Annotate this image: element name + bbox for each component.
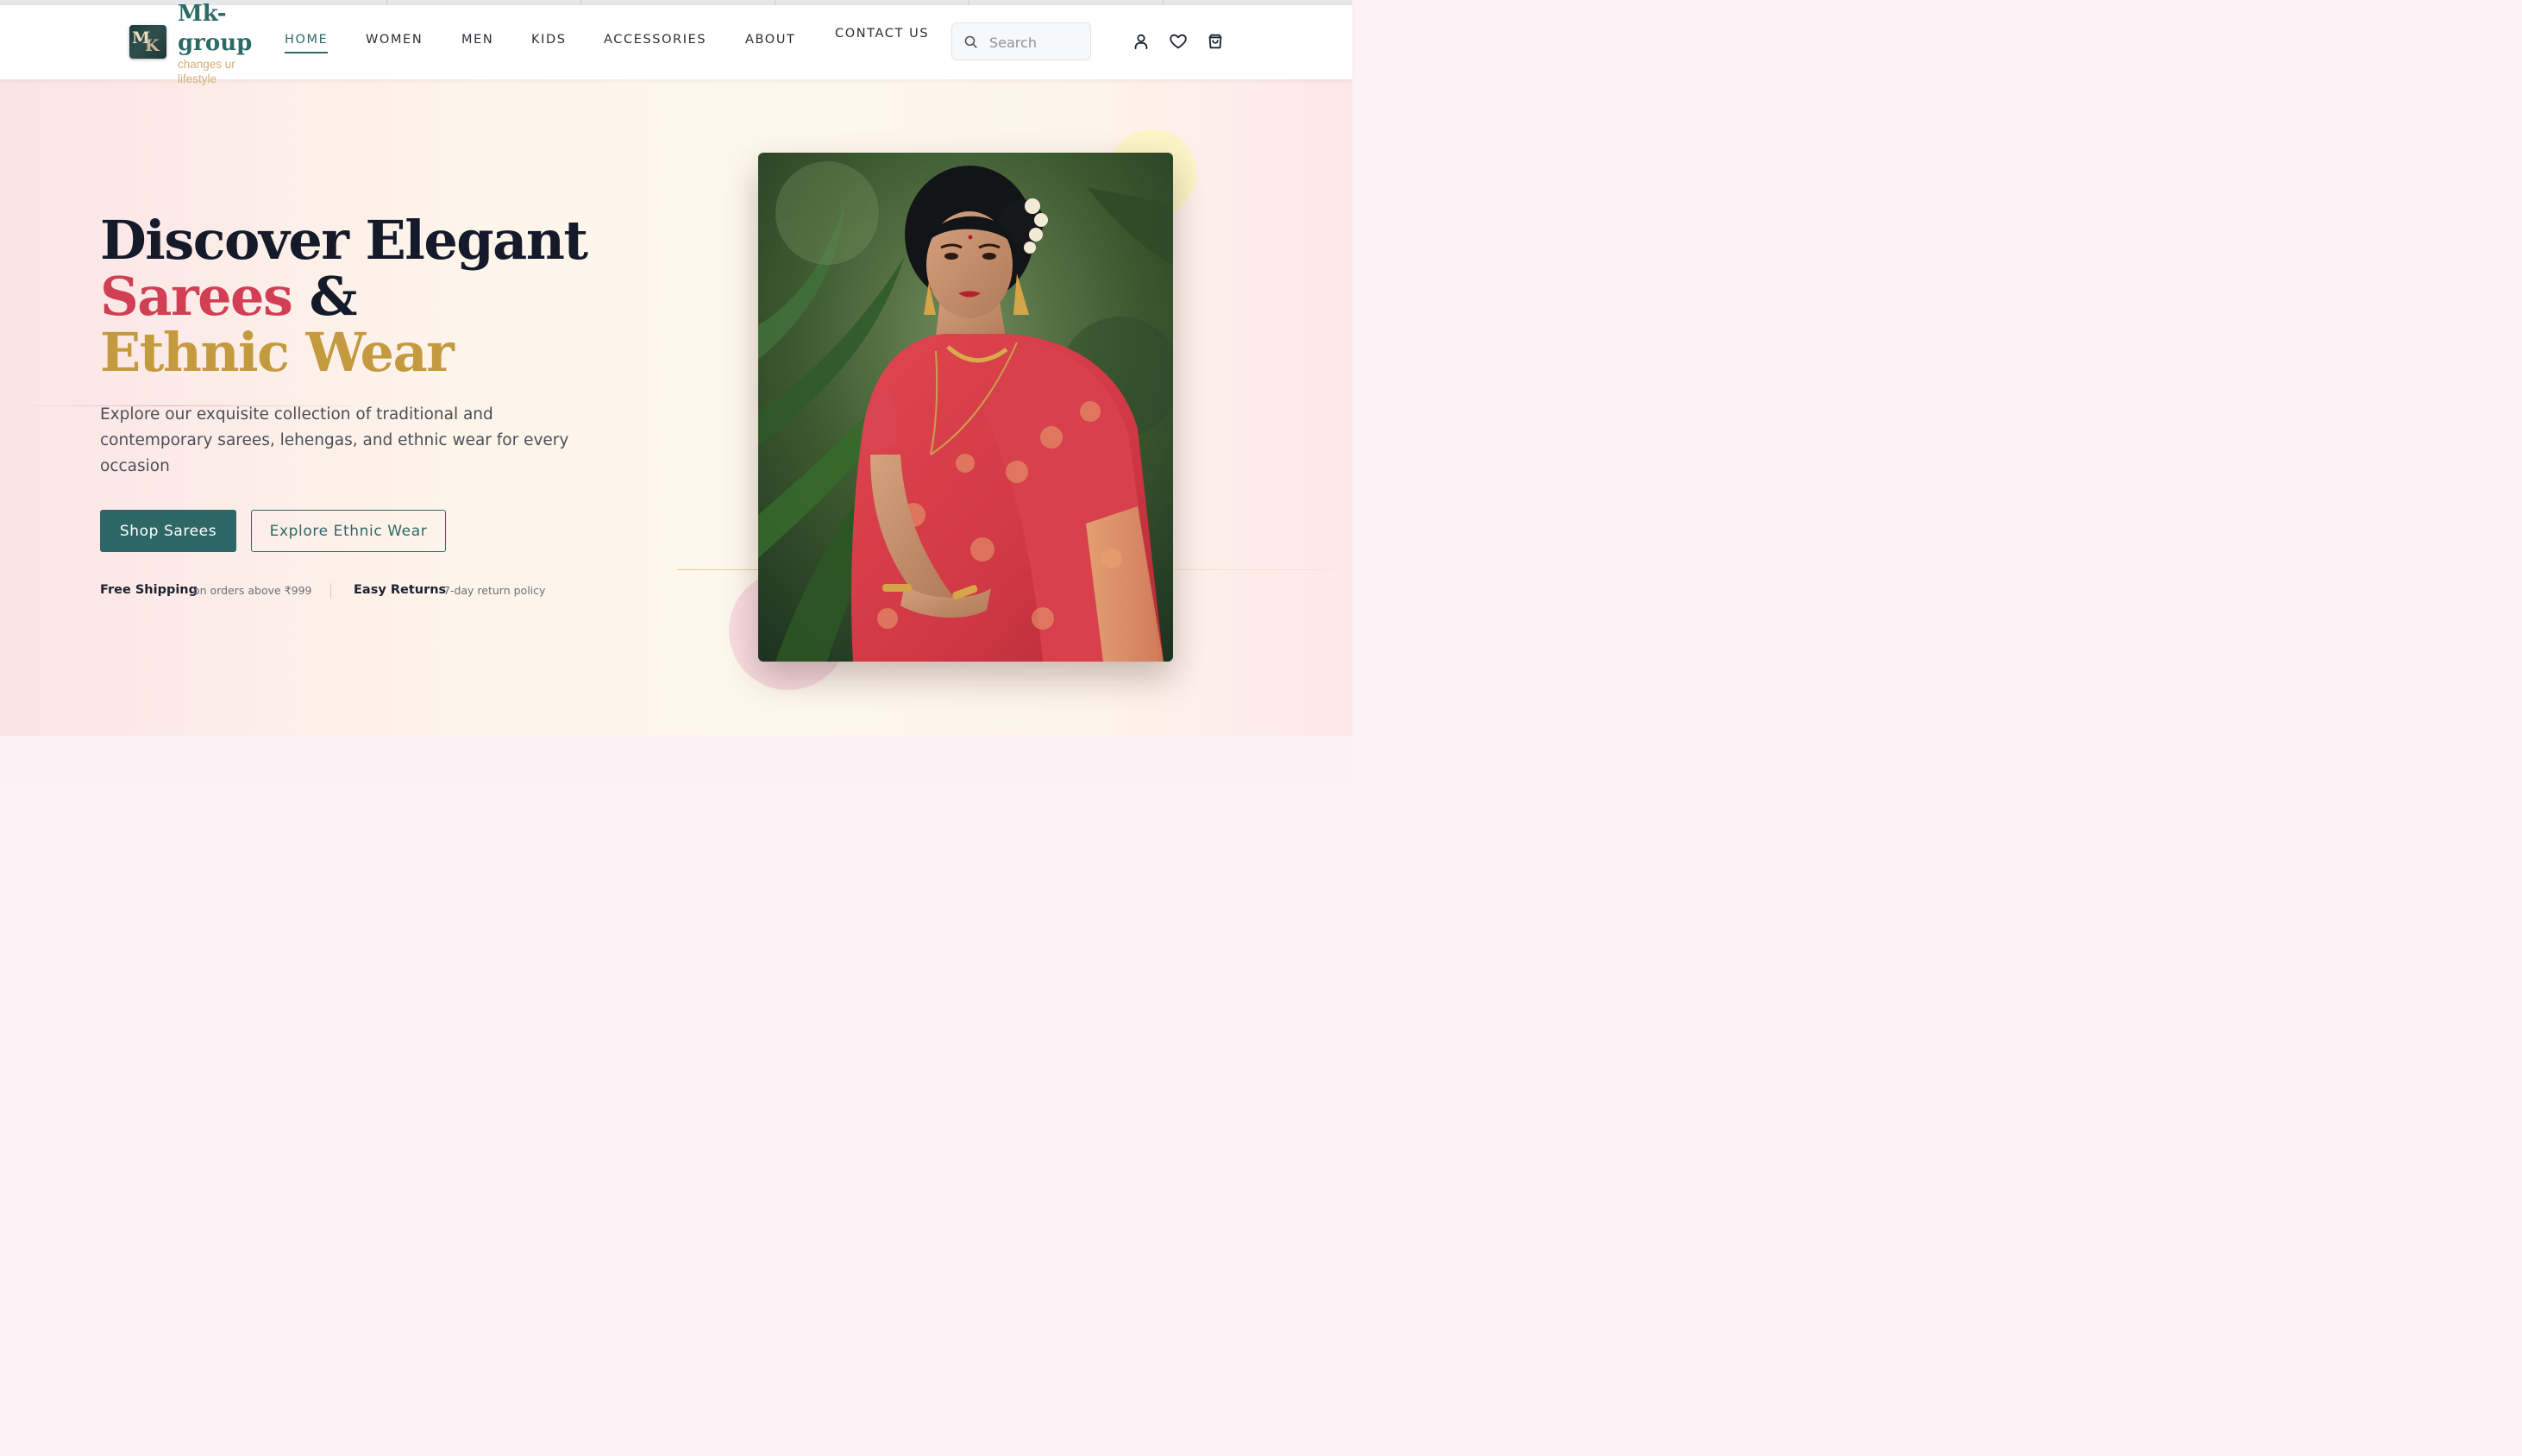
perk-divider <box>330 583 331 599</box>
headline-ampersand: & <box>309 265 358 328</box>
search-box[interactable] <box>951 22 1091 60</box>
explore-ethnic-wear-button[interactable]: Explore Ethnic Wear <box>251 510 446 552</box>
heart-icon[interactable] <box>1169 32 1188 51</box>
search-input[interactable] <box>989 31 1084 53</box>
headline-line-2: Sarees & <box>100 268 661 324</box>
perk-free-shipping-title: Free Shipping <box>100 583 198 597</box>
brand-logo[interactable]: M K <box>129 25 166 59</box>
logo-letter-k: K <box>145 36 160 55</box>
user-icon[interactable] <box>1132 32 1151 51</box>
perk-easy-returns-desc: 7-day return policy <box>443 584 546 597</box>
nav-women[interactable]: WOMEN <box>366 33 423 47</box>
headline-sarees: Sarees <box>100 265 293 328</box>
perk-easy-returns-title: Easy Returns <box>354 583 447 597</box>
shopping-bag-icon[interactable] <box>1206 32 1225 51</box>
next-section-band <box>0 736 1352 781</box>
hero-headline: Discover Elegant Sarees & Ethnic Wear <box>100 212 661 380</box>
nav-kids[interactable]: KIDS <box>531 33 567 47</box>
hero-model-image <box>758 153 1173 662</box>
perk-free-shipping-desc: on orders above ₹999 <box>193 584 312 597</box>
brand-tagline: changes ur lifestyle <box>178 58 235 85</box>
brand-name[interactable]: Mk-group <box>178 0 255 58</box>
nav-about[interactable]: ABOUT <box>745 33 796 47</box>
hero-model-illustration <box>758 153 1173 662</box>
nav-home[interactable]: HOME <box>285 33 329 53</box>
hero-section: Discover Elegant Sarees & Ethnic Wear Ex… <box>0 79 1352 736</box>
shop-sarees-button[interactable]: Shop Sarees <box>100 510 236 552</box>
nav-men[interactable]: MEN <box>461 33 493 47</box>
nav-contact-us[interactable]: CONTACT US <box>835 24 930 43</box>
headline-line-1: Discover Elegant <box>100 209 588 272</box>
headline-line-3: Ethnic Wear <box>100 321 455 384</box>
nav-accessories[interactable]: ACCESSORIES <box>604 33 706 47</box>
hero-subtext: Explore our exquisite collection of trad… <box>100 405 569 475</box>
search-icon <box>964 35 977 48</box>
site-header: M K Mk-group changes ur lifestyle HOME W… <box>0 1 1352 85</box>
